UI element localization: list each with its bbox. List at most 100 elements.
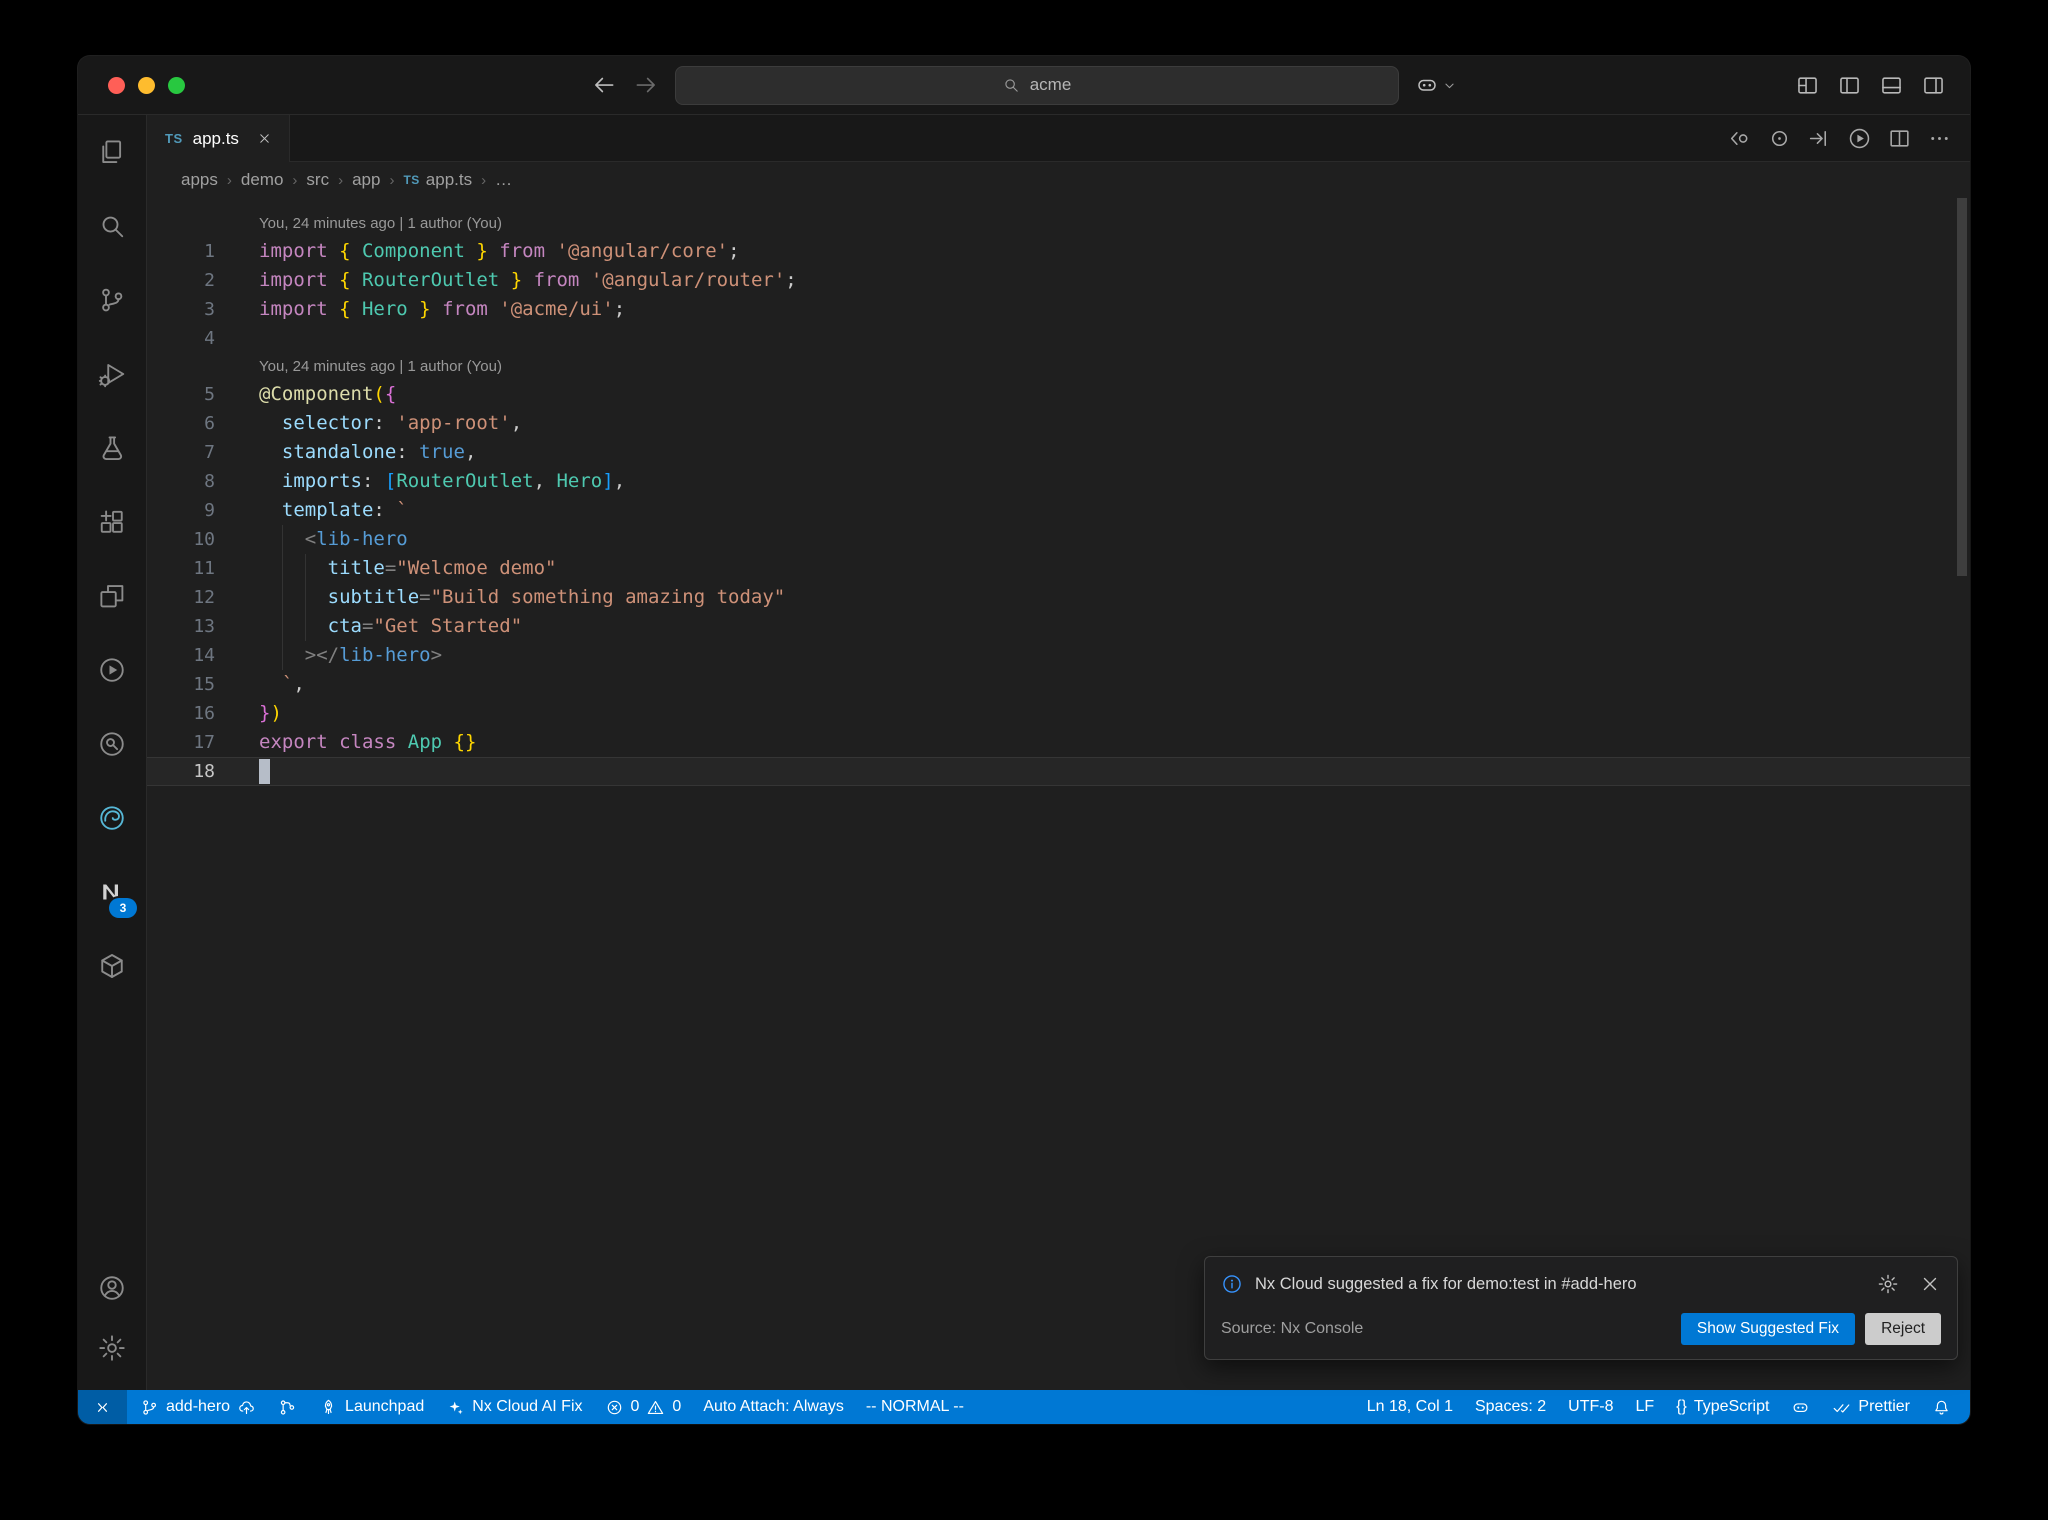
indentation-status-item[interactable]: Spaces: 2 bbox=[1464, 1390, 1557, 1424]
code-editor[interactable]: You, 24 minutes ago | 1 author (You) 1 imp… bbox=[147, 198, 1970, 1390]
line-number[interactable]: 11 bbox=[147, 554, 215, 583]
encoding-status-item[interactable]: UTF-8 bbox=[1557, 1390, 1624, 1424]
command-center-search[interactable]: acme bbox=[674, 65, 1399, 105]
line-number[interactable]: 8 bbox=[147, 467, 215, 496]
tab-close-button[interactable] bbox=[253, 127, 277, 151]
activity-run-debug[interactable] bbox=[78, 337, 146, 411]
tab-app-ts[interactable]: TS app.ts bbox=[147, 115, 290, 162]
prettier-status-item[interactable]: Prettier bbox=[1821, 1390, 1921, 1424]
scrollbar-thumb[interactable] bbox=[1957, 198, 1967, 576]
open-changes-next-button[interactable] bbox=[1802, 121, 1836, 155]
line-number[interactable]: 12 bbox=[147, 583, 215, 612]
copilot-menu[interactable] bbox=[1415, 73, 1458, 97]
line-number[interactable]: 10 bbox=[147, 525, 215, 554]
code-line[interactable]: 7 standalone: true, bbox=[147, 438, 1970, 467]
git-branch-status-item[interactable]: add-hero bbox=[129, 1390, 267, 1424]
code-line[interactable]: 9 template: ` bbox=[147, 496, 1970, 525]
activity-settings[interactable] bbox=[78, 1318, 146, 1378]
more-actions-button[interactable] bbox=[1922, 121, 1956, 155]
show-suggested-fix-button[interactable]: Show Suggested Fix bbox=[1680, 1313, 1856, 1345]
line-number[interactable]: 15 bbox=[147, 670, 215, 699]
code-line[interactable]: 8 imports: [RouterOutlet, Hero], bbox=[147, 467, 1970, 496]
line-number[interactable]: 18 bbox=[147, 757, 215, 786]
codelens-annotation[interactable]: You, 24 minutes ago | 1 author (You) bbox=[147, 353, 1970, 380]
reject-button[interactable]: Reject bbox=[1865, 1313, 1941, 1345]
activity-run-tasks[interactable] bbox=[78, 633, 146, 707]
toggle-annotations-button[interactable] bbox=[1762, 121, 1796, 155]
nav-forward-icon[interactable] bbox=[633, 72, 659, 98]
code-line[interactable]: 6 selector: 'app-root', bbox=[147, 409, 1970, 438]
breadcrumb-item[interactable]: demo bbox=[241, 170, 284, 190]
language-mode-status-item[interactable]: {} TypeScript bbox=[1665, 1390, 1780, 1424]
code-line[interactable]: 5 @Component({ bbox=[147, 380, 1970, 409]
toggle-sidebar-icon[interactable] bbox=[1837, 73, 1862, 98]
code-line[interactable]: 12 subtitle="Build something amazing tod… bbox=[147, 583, 1970, 612]
line-number[interactable]: 2 bbox=[147, 266, 215, 295]
code-line[interactable]: 17 export class App {} bbox=[147, 728, 1970, 757]
run-file-button[interactable] bbox=[1842, 121, 1876, 155]
line-number[interactable]: 5 bbox=[147, 380, 215, 409]
code-line[interactable]: 13 cta="Get Started" bbox=[147, 612, 1970, 641]
nx-cloud-ai-fix-status-item[interactable]: Nx Cloud AI Fix bbox=[435, 1390, 593, 1424]
line-number[interactable]: 7 bbox=[147, 438, 215, 467]
line-number[interactable]: 6 bbox=[147, 409, 215, 438]
remote-indicator-status-item[interactable] bbox=[78, 1390, 127, 1424]
line-number[interactable]: 3 bbox=[147, 295, 215, 324]
activity-code-inspect[interactable] bbox=[78, 707, 146, 781]
minimize-window-button[interactable] bbox=[138, 76, 155, 94]
auto-attach-status-item[interactable]: Auto Attach: Always bbox=[692, 1390, 855, 1424]
code-line[interactable]: 2 import { RouterOutlet } from '@angular/… bbox=[147, 266, 1970, 295]
toggle-secondary-sidebar-icon[interactable] bbox=[1921, 73, 1946, 98]
code-line[interactable]: 18 bbox=[147, 757, 1970, 786]
line-number[interactable]: 9 bbox=[147, 496, 215, 525]
code-line[interactable]: 10 <lib-hero bbox=[147, 525, 1970, 554]
activity-explorer[interactable] bbox=[78, 115, 146, 189]
code-line[interactable]: 15 `, bbox=[147, 670, 1970, 699]
activity-remote-explorer[interactable] bbox=[78, 559, 146, 633]
toggle-panel-icon[interactable] bbox=[1879, 73, 1904, 98]
status-bar-left: add-hero Launchpad Nx Cloud AI Fix 0 0 Auto A… bbox=[78, 1390, 1356, 1424]
notification-settings-icon[interactable] bbox=[1877, 1273, 1899, 1295]
breadcrumb-item[interactable]: app bbox=[352, 170, 380, 190]
git-graph-status-item[interactable] bbox=[267, 1390, 308, 1424]
breadcrumb-item[interactable]: … bbox=[495, 170, 512, 190]
cursor-position-status-item[interactable]: Ln 18, Col 1 bbox=[1356, 1390, 1464, 1424]
eol-status-item[interactable]: LF bbox=[1624, 1390, 1665, 1424]
code-line[interactable]: 4 bbox=[147, 324, 1970, 353]
copilot-status-status-item[interactable] bbox=[1780, 1390, 1821, 1424]
split-editor-button[interactable] bbox=[1882, 121, 1916, 155]
activity-edge-tools[interactable] bbox=[78, 781, 146, 855]
line-number[interactable]: 4 bbox=[147, 324, 215, 353]
line-number[interactable]: 14 bbox=[147, 641, 215, 670]
gitlens-open-changes-button[interactable] bbox=[1722, 121, 1756, 155]
line-number[interactable]: 1 bbox=[147, 237, 215, 266]
activity-source-control[interactable] bbox=[78, 263, 146, 337]
code-line[interactable]: 1 import { Component } from '@angular/cor… bbox=[147, 237, 1970, 266]
close-window-button[interactable] bbox=[108, 76, 125, 94]
vim-mode-status-item[interactable]: -- NORMAL -- bbox=[855, 1390, 975, 1424]
code-line[interactable]: 16}) bbox=[147, 699, 1970, 728]
activity-accounts[interactable] bbox=[78, 1258, 146, 1318]
activity-nx-console[interactable]: 3 bbox=[78, 855, 146, 929]
notifications-status-item[interactable] bbox=[1921, 1390, 1962, 1424]
gitlens-launchpad-status-item[interactable]: Launchpad bbox=[308, 1390, 435, 1424]
notification-close-icon[interactable] bbox=[1919, 1273, 1941, 1295]
breadcrumb-item[interactable]: src bbox=[306, 170, 329, 190]
nav-back-icon[interactable] bbox=[591, 72, 617, 98]
code-line[interactable]: 11 title="Welcmoe demo" bbox=[147, 554, 1970, 583]
problems-status-item[interactable]: 00 bbox=[594, 1390, 693, 1424]
zoom-window-button[interactable] bbox=[168, 76, 185, 94]
activity-search[interactable] bbox=[78, 189, 146, 263]
line-number[interactable]: 13 bbox=[147, 612, 215, 641]
customize-layout-icon[interactable] bbox=[1795, 73, 1820, 98]
code-line[interactable]: 14 ></lib-hero> bbox=[147, 641, 1970, 670]
activity-extensions[interactable] bbox=[78, 485, 146, 559]
breadcrumb-item[interactable]: TS app.ts bbox=[403, 170, 472, 190]
breadcrumb-item[interactable]: apps bbox=[181, 170, 218, 190]
activity-testing[interactable] bbox=[78, 411, 146, 485]
activity-project-graph[interactable] bbox=[78, 929, 146, 1003]
line-number[interactable]: 16 bbox=[147, 699, 215, 728]
code-line[interactable]: 3 import { Hero } from '@acme/ui'; bbox=[147, 295, 1970, 324]
line-number[interactable]: 17 bbox=[147, 728, 215, 757]
codelens-annotation[interactable]: You, 24 minutes ago | 1 author (You) bbox=[147, 210, 1970, 237]
